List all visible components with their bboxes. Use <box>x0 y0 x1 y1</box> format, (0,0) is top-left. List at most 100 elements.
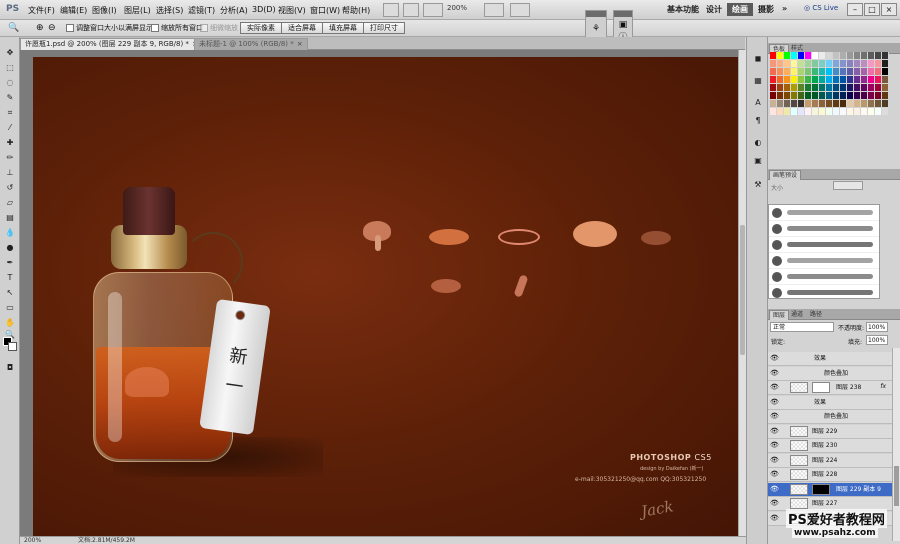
swatch[interactable] <box>784 92 791 99</box>
swatch[interactable] <box>882 76 889 83</box>
swatch[interactable] <box>819 100 826 107</box>
swatch[interactable] <box>875 92 882 99</box>
layer-row[interactable]: 👁 效果 <box>768 352 892 366</box>
color-panel-icon[interactable]: ◼ <box>751 53 765 65</box>
screen-mode-icon[interactable] <box>510 3 530 17</box>
swatch[interactable] <box>875 52 882 59</box>
layer-mask-thumbnail[interactable] <box>812 483 830 495</box>
swatch[interactable] <box>840 68 847 75</box>
visibility-eye-icon[interactable]: 👁 <box>770 383 779 392</box>
swatch[interactable] <box>791 108 798 115</box>
swatch[interactable] <box>840 76 847 83</box>
brush-preset-row[interactable] <box>769 221 879 237</box>
swatch[interactable] <box>875 84 882 91</box>
brush-preset-row[interactable] <box>769 253 879 269</box>
layer-row[interactable]: 👁 图层 230 <box>768 439 892 453</box>
swatch[interactable] <box>812 108 819 115</box>
visibility-eye-icon[interactable]: 👁 <box>770 470 779 479</box>
swatch[interactable] <box>826 100 833 107</box>
swatch[interactable] <box>826 52 833 59</box>
swatch[interactable] <box>805 108 812 115</box>
swatch[interactable] <box>812 60 819 67</box>
menu-layer[interactable]: 图层(L) <box>124 5 151 16</box>
swatch[interactable] <box>777 68 784 75</box>
swatch[interactable] <box>784 68 791 75</box>
swatch[interactable] <box>770 100 777 107</box>
layer-mask-thumbnail[interactable] <box>812 382 830 393</box>
brush-tool-icon[interactable]: ✏ <box>3 152 17 164</box>
swatch[interactable] <box>784 52 791 59</box>
swatch[interactable] <box>868 68 875 75</box>
swatch[interactable] <box>861 84 868 91</box>
layer-thumbnail[interactable] <box>790 469 808 480</box>
zoom-all-windows-checkbox[interactable] <box>151 24 159 32</box>
menu-view[interactable]: 视图(V) <box>278 5 306 16</box>
swatch[interactable] <box>861 108 868 115</box>
swatch[interactable] <box>826 108 833 115</box>
visibility-eye-icon[interactable]: 👁 <box>770 514 779 523</box>
swatch[interactable] <box>791 84 798 91</box>
swatch[interactable] <box>875 60 882 67</box>
status-doc-size[interactable]: 文档:2.81M/459.2M <box>78 537 135 544</box>
brush-size-field[interactable] <box>833 181 863 190</box>
swatch[interactable] <box>875 100 882 107</box>
swatch[interactable] <box>826 92 833 99</box>
swatch[interactable] <box>798 92 805 99</box>
cs-live-button[interactable]: ◎ CS Live <box>804 4 838 12</box>
swatch[interactable] <box>770 84 777 91</box>
navigator-icon[interactable]: ▣ <box>617 20 629 30</box>
swatch[interactable] <box>840 100 847 107</box>
swatch[interactable] <box>861 76 868 83</box>
visibility-eye-icon[interactable]: 👁 <box>770 427 779 436</box>
layer-thumbnail[interactable] <box>790 440 808 451</box>
brush-preset-row[interactable] <box>769 285 879 298</box>
close-button[interactable]: × <box>881 3 897 16</box>
history-brush-tool-icon[interactable]: ↺ <box>3 182 17 194</box>
path-select-tool-icon[interactable]: ↖ <box>3 287 17 299</box>
menu-help[interactable]: 帮助(H) <box>342 5 370 16</box>
swatch[interactable] <box>777 100 784 107</box>
adjustments-panel-icon[interactable]: ◐ <box>751 137 765 149</box>
swatch[interactable] <box>833 100 840 107</box>
swatch[interactable] <box>819 108 826 115</box>
swatch[interactable] <box>791 100 798 107</box>
swatch[interactable] <box>833 68 840 75</box>
fit-screen-button[interactable]: 适合屏幕 <box>281 22 323 34</box>
layer-row[interactable]: 👁 颜色叠加 <box>768 410 892 424</box>
swatch[interactable] <box>798 52 805 59</box>
swatch[interactable] <box>770 52 777 59</box>
workspace-painting[interactable]: 绘画 <box>727 3 753 16</box>
visibility-eye-icon[interactable]: 👁 <box>770 354 779 363</box>
swatch[interactable] <box>770 92 777 99</box>
swatch[interactable] <box>861 100 868 107</box>
view-extras-icon[interactable] <box>423 3 443 17</box>
workspace-photography[interactable]: 摄影 <box>758 4 774 15</box>
swatch[interactable] <box>833 84 840 91</box>
swatch[interactable] <box>882 100 889 107</box>
brush-preset-row[interactable] <box>769 269 879 285</box>
swatch[interactable] <box>840 92 847 99</box>
tab-document-2[interactable]: 未标题-1 @ 100% (RGB/8) * × <box>194 38 308 50</box>
panel-drag-handle[interactable] <box>614 11 632 17</box>
swatch[interactable] <box>868 52 875 59</box>
scrubby-zoom-checkbox[interactable] <box>200 24 208 32</box>
visibility-eye-icon[interactable]: 👁 <box>770 441 779 450</box>
swatch[interactable] <box>840 108 847 115</box>
minimize-button[interactable]: – <box>847 3 863 16</box>
swatch[interactable] <box>868 100 875 107</box>
quick-select-tool-icon[interactable]: ✎ <box>3 92 17 104</box>
blur-tool-icon[interactable]: 💧 <box>3 227 17 239</box>
print-size-button[interactable]: 打印尺寸 <box>363 22 405 34</box>
menu-file[interactable]: 文件(F) <box>28 5 55 16</box>
swatch[interactable] <box>791 68 798 75</box>
pen-tool-icon[interactable]: ✒ <box>3 257 17 269</box>
type-tool-icon[interactable]: T <box>3 272 17 284</box>
swatch[interactable] <box>847 84 854 91</box>
swatch[interactable] <box>868 76 875 83</box>
swatch[interactable] <box>784 108 791 115</box>
swatch[interactable] <box>784 84 791 91</box>
gradient-tool-icon[interactable]: ▤ <box>3 212 17 224</box>
swatch[interactable] <box>840 60 847 67</box>
swatch[interactable] <box>833 92 840 99</box>
swatch[interactable] <box>854 84 861 91</box>
